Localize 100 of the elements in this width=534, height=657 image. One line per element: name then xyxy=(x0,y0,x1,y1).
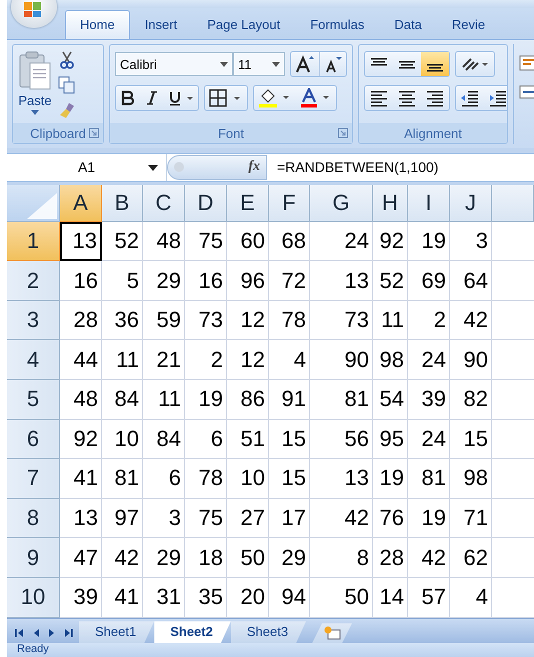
table-cell: 78 xyxy=(269,300,310,340)
table-cell: 13 xyxy=(310,459,373,499)
table-cell: 73 xyxy=(185,300,227,340)
table-cell: 24 xyxy=(310,222,373,262)
row-header[interactable]: 6 xyxy=(7,420,60,460)
ribbon-tab[interactable]: Home xyxy=(65,10,130,40)
table-cell: 62 xyxy=(450,538,492,578)
table-cell: 6 xyxy=(143,459,185,499)
table-cell: 92 xyxy=(373,222,408,262)
table-cell: 47 xyxy=(60,538,102,578)
table-cell: 64 xyxy=(450,261,492,301)
ribbon-tab[interactable]: Formulas xyxy=(295,10,380,40)
group-label: Clipboard xyxy=(30,126,86,140)
table-cell: 48 xyxy=(143,222,185,262)
row-header[interactable]: 10 xyxy=(7,578,60,618)
font-name-field[interactable]: Calibri xyxy=(115,52,233,76)
table-cell: 42 xyxy=(102,538,143,578)
table-cell: 98 xyxy=(373,340,408,380)
table-cell: 28 xyxy=(373,538,408,578)
row-header[interactable]: 1 xyxy=(7,222,60,262)
row-header[interactable]: 3 xyxy=(7,300,60,340)
table-cell: 15 xyxy=(269,459,310,499)
table-cell: 82 xyxy=(450,380,492,420)
column-header[interactable]: D xyxy=(185,184,227,222)
table-cell: 72 xyxy=(269,261,310,301)
ribbon-tab[interactable]: Data xyxy=(379,10,437,40)
column-header[interactable]: B xyxy=(102,184,143,222)
sheet-tab[interactable]: Sheet1 xyxy=(79,621,154,644)
table-cell: 78 xyxy=(185,459,227,499)
table-cell: 24 xyxy=(408,340,450,380)
font-size-field[interactable]: 11 xyxy=(233,52,285,76)
status-text: Ready xyxy=(17,643,49,656)
table-cell: 97 xyxy=(102,498,143,538)
table-cell: 19 xyxy=(373,459,408,499)
table-cell: 19 xyxy=(408,222,450,262)
table-cell: 12 xyxy=(227,340,269,380)
table-cell: 41 xyxy=(60,459,102,499)
table-cell: 52 xyxy=(102,222,143,262)
column-header[interactable]: E xyxy=(227,184,269,222)
table-cell: 2 xyxy=(185,340,227,380)
table-cell: 13 xyxy=(310,261,373,301)
table-cell: 69 xyxy=(408,261,450,301)
row-header[interactable]: 7 xyxy=(7,459,60,499)
table-cell: 42 xyxy=(450,300,492,340)
table-cell: 17 xyxy=(269,498,310,538)
table-cell: 56 xyxy=(310,420,373,460)
row-header[interactable]: 8 xyxy=(7,498,60,538)
table-cell: 68 xyxy=(269,222,310,262)
table-cell: 92 xyxy=(60,420,102,460)
table-cell: 24 xyxy=(408,420,450,460)
ribbon-tab[interactable]: Revie xyxy=(436,10,500,40)
table-cell: 54 xyxy=(373,380,408,420)
table-cell: 86 xyxy=(227,380,269,420)
table-cell: 12 xyxy=(227,300,269,340)
table-cell: 13 xyxy=(60,222,102,262)
ribbon-tab[interactable]: Page Layout xyxy=(192,10,296,40)
formula-field[interactable]: =RANDBETWEEN(1,100) xyxy=(267,159,438,176)
table-cell: 81 xyxy=(310,380,373,420)
table-cell: 98 xyxy=(450,459,492,499)
table-cell: 91 xyxy=(269,380,310,420)
table-cell: 75 xyxy=(185,222,227,262)
table-cell: 81 xyxy=(102,459,143,499)
row-header[interactable]: 2 xyxy=(7,261,60,301)
table-cell: 52 xyxy=(373,261,408,301)
table-cell: 15 xyxy=(450,420,492,460)
function-label[interactable]: fx xyxy=(248,159,260,176)
paste-button[interactable]: Paste xyxy=(18,51,52,123)
table-cell: 11 xyxy=(373,300,408,340)
table-cell: 84 xyxy=(102,380,143,420)
sheet-tab[interactable]: Sheet2 xyxy=(154,621,231,644)
column-header[interactable]: H xyxy=(373,184,408,222)
table-cell: 95 xyxy=(373,420,408,460)
column-header[interactable]: I xyxy=(408,184,450,222)
name-box[interactable]: A1 xyxy=(7,154,167,181)
ribbon-tab[interactable]: Insert xyxy=(130,10,192,40)
column-header[interactable]: J xyxy=(450,184,492,222)
column-header[interactable]: F xyxy=(269,184,310,222)
table-cell: 36 xyxy=(102,300,143,340)
table-cell: 6 xyxy=(185,420,227,460)
table-cell: 15 xyxy=(269,420,310,460)
column-header[interactable]: G xyxy=(310,184,373,222)
row-header[interactable]: 9 xyxy=(7,538,60,578)
table-cell: 13 xyxy=(60,498,102,538)
table-cell: 16 xyxy=(60,261,102,301)
table-cell: 10 xyxy=(227,459,269,499)
column-header[interactable]: C xyxy=(143,184,185,222)
table-cell: 51 xyxy=(227,420,269,460)
row-header[interactable]: 4 xyxy=(7,340,60,380)
row-header[interactable]: 5 xyxy=(7,380,60,420)
sheet-tab[interactable]: Sheet3 xyxy=(230,621,306,644)
table-cell: 59 xyxy=(143,300,185,340)
table-cell: 75 xyxy=(185,498,227,538)
table-cell: 16 xyxy=(185,261,227,301)
table-cell: 11 xyxy=(102,340,143,380)
table-cell: 27 xyxy=(227,498,269,538)
table-cell: 73 xyxy=(310,300,373,340)
column-header[interactable]: A xyxy=(60,184,102,222)
table-cell: 84 xyxy=(143,420,185,460)
table-cell: 96 xyxy=(227,261,269,301)
table-cell: 5 xyxy=(102,261,143,301)
